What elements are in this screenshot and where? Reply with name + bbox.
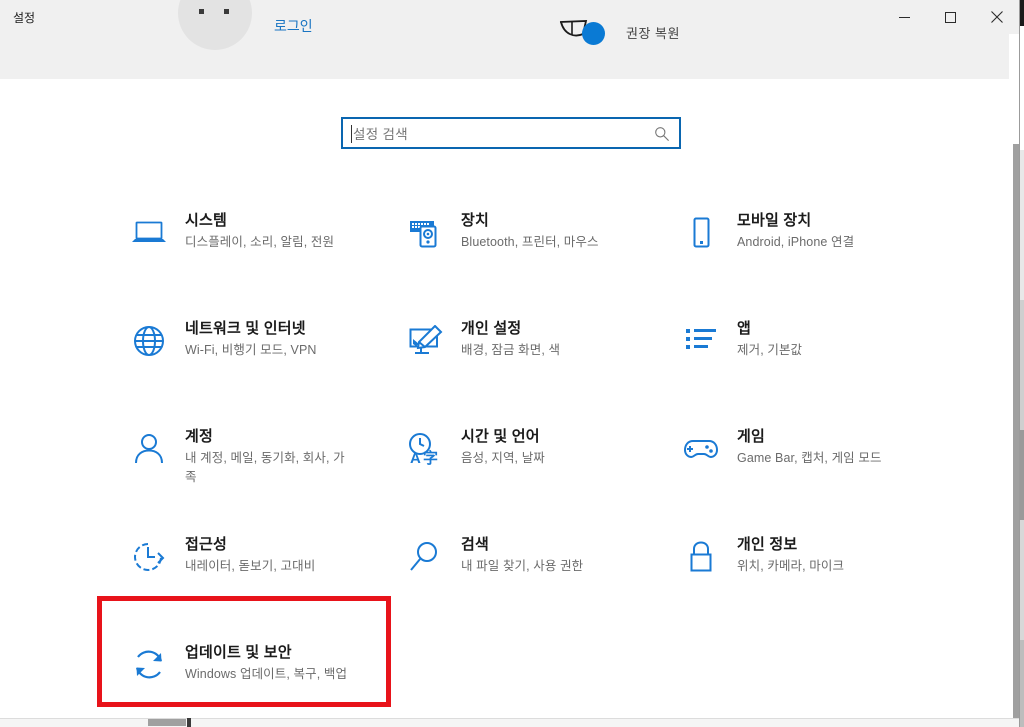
tile-text: 검색 내 파일 찾기, 사용 권한 xyxy=(461,534,583,576)
svg-text:字: 字 xyxy=(423,449,438,466)
settings-body: 설정 검색 xyxy=(0,79,1020,719)
tile-subtitle: Windows 업데이트, 복구, 백업 xyxy=(185,665,347,684)
phone-icon xyxy=(673,210,729,256)
tile-subtitle: 제거, 기본값 xyxy=(737,341,802,360)
tile-subtitle: Android, iPhone 연결 xyxy=(737,233,854,252)
tile-title: 모바일 장치 xyxy=(737,211,854,231)
header-items: 로그인 권장 복원 xyxy=(0,0,1020,79)
apps-list-icon xyxy=(673,318,729,364)
tile-subtitle: 내 계정, 메일, 동기화, 회사, 가족 xyxy=(185,449,355,487)
tile-title: 접근성 xyxy=(185,535,315,555)
tile-text: 모바일 장치 Android, iPhone 연결 xyxy=(737,210,854,252)
tile-title: 시간 및 언어 xyxy=(461,427,545,447)
horizontal-scrollbar-track[interactable] xyxy=(0,718,1020,727)
restore-icon xyxy=(558,16,606,48)
clock-language-icon: A 字 xyxy=(397,426,453,472)
gamepad-icon xyxy=(673,426,729,472)
tile-title: 계정 xyxy=(185,427,355,447)
tile-text: 업데이트 및 보안 Windows 업데이트, 복구, 백업 xyxy=(185,642,347,684)
devices-icon xyxy=(397,210,453,256)
personalization-icon xyxy=(397,318,453,364)
tile-personalization[interactable]: 개인 설정 배경, 잠금 화면, 색 xyxy=(386,305,662,413)
tile-title: 개인 정보 xyxy=(737,535,844,555)
tile-apps[interactable]: 앱 제거, 기본값 xyxy=(662,305,938,413)
tile-subtitle: 내레이터, 돋보기, 고대비 xyxy=(185,557,315,576)
lock-icon xyxy=(673,534,729,580)
tile-privacy[interactable]: 개인 정보 위치, 카메라, 마이크 xyxy=(662,521,938,629)
search-placeholder: 설정 검색 xyxy=(353,123,408,143)
avatar-eye-right xyxy=(224,9,229,14)
account-block[interactable]: 로그인 xyxy=(178,0,313,50)
tile-gaming[interactable]: 게임 Game Bar, 캡처, 게임 모드 xyxy=(662,413,938,521)
tile-subtitle: 디스플레이, 소리, 알림, 전원 xyxy=(185,233,334,252)
refresh-shield-icon xyxy=(121,642,177,688)
tile-text: 게임 Game Bar, 캡처, 게임 모드 xyxy=(737,426,882,468)
tile-title: 개인 설정 xyxy=(461,319,560,339)
search-input[interactable]: 설정 검색 xyxy=(341,117,681,149)
tile-subtitle: Wi-Fi, 비행기 모드, VPN xyxy=(185,341,317,360)
tile-text: 접근성 내레이터, 돋보기, 고대비 xyxy=(185,534,315,576)
search-container: 설정 검색 xyxy=(341,117,681,149)
settings-window: 설정 로그인 xyxy=(0,0,1024,727)
tile-text: 개인 설정 배경, 잠금 화면, 색 xyxy=(461,318,560,360)
svg-text:A: A xyxy=(410,450,421,466)
tile-title: 장치 xyxy=(461,211,599,231)
tile-text: 장치 Bluetooth, 프린터, 마우스 xyxy=(461,210,599,252)
grid-row-2: 네트워크 및 인터넷 Wi-Fi, 비행기 모드, VPN xyxy=(110,305,940,413)
search-icon[interactable] xyxy=(654,126,670,142)
tile-text: 네트워크 및 인터넷 Wi-Fi, 비행기 모드, VPN xyxy=(185,318,317,360)
text-caret xyxy=(351,125,352,143)
tile-title: 게임 xyxy=(737,427,882,447)
horizontal-scrollbar-mark xyxy=(187,718,191,727)
tile-subtitle: Bluetooth, 프린터, 마우스 xyxy=(461,233,599,252)
settings-grid: 시스템 디스플레이, 소리, 알림, 전원 xyxy=(110,197,940,727)
tile-text: 계정 내 계정, 메일, 동기화, 회사, 가족 xyxy=(185,426,355,487)
tile-subtitle: 내 파일 찾기, 사용 권한 xyxy=(461,557,583,576)
restore-badge xyxy=(582,22,605,45)
grid-row-4: 접근성 내레이터, 돋보기, 고대비 검색 내 파일 찾기, 사용 권한 xyxy=(110,521,940,629)
tile-devices[interactable]: 장치 Bluetooth, 프린터, 마우스 xyxy=(386,197,662,305)
globe-icon xyxy=(121,318,177,364)
magnifier-icon xyxy=(397,534,453,580)
tile-search[interactable]: 검색 내 파일 찾기, 사용 권한 xyxy=(386,521,662,629)
tile-time-language[interactable]: A 字 시간 및 언어 음성, 지역, 날짜 xyxy=(386,413,662,521)
tile-update-security[interactable]: 업데이트 및 보안 Windows 업데이트, 복구, 백업 xyxy=(110,629,386,727)
grid-row-3: 계정 내 계정, 메일, 동기화, 회사, 가족 A 字 xyxy=(110,413,940,521)
laptop-icon xyxy=(121,210,177,256)
tile-accounts[interactable]: 계정 내 계정, 메일, 동기화, 회사, 가족 xyxy=(110,413,386,521)
tile-title: 검색 xyxy=(461,535,583,555)
restore-label: 권장 복원 xyxy=(626,23,680,42)
grid-row-5: 업데이트 및 보안 Windows 업데이트, 복구, 백업 xyxy=(110,629,940,727)
tile-text: 시스템 디스플레이, 소리, 알림, 전원 xyxy=(185,210,334,252)
tile-subtitle: 위치, 카메라, 마이크 xyxy=(737,557,844,576)
restore-block[interactable]: 권장 복원 xyxy=(558,16,680,48)
tile-ease-of-access[interactable]: 접근성 내레이터, 돋보기, 고대비 xyxy=(110,521,386,629)
horizontal-scrollbar-thumb[interactable] xyxy=(148,719,186,726)
tile-title: 네트워크 및 인터넷 xyxy=(185,319,317,339)
tile-title: 시스템 xyxy=(185,211,334,231)
tile-subtitle: 배경, 잠금 화면, 색 xyxy=(461,341,560,360)
background-desktop-edge xyxy=(1020,0,1024,727)
tile-text: 시간 및 언어 음성, 지역, 날짜 xyxy=(461,426,545,468)
avatar[interactable] xyxy=(178,0,252,50)
sign-in-link[interactable]: 로그인 xyxy=(274,16,313,36)
tile-system[interactable]: 시스템 디스플레이, 소리, 알림, 전원 xyxy=(110,197,386,305)
tile-subtitle: 음성, 지역, 날짜 xyxy=(461,449,545,468)
tile-subtitle: Game Bar, 캡처, 게임 모드 xyxy=(737,449,882,468)
tile-text: 개인 정보 위치, 카메라, 마이크 xyxy=(737,534,844,576)
tile-title: 앱 xyxy=(737,319,802,339)
grid-row-1: 시스템 디스플레이, 소리, 알림, 전원 xyxy=(110,197,940,305)
tile-mobile-devices[interactable]: 모바일 장치 Android, iPhone 연결 xyxy=(662,197,938,305)
tile-text: 앱 제거, 기본값 xyxy=(737,318,802,360)
tile-network-internet[interactable]: 네트워크 및 인터넷 Wi-Fi, 비행기 모드, VPN xyxy=(110,305,386,413)
avatar-eye-left xyxy=(199,9,204,14)
tile-title: 업데이트 및 보안 xyxy=(185,643,347,663)
person-icon xyxy=(121,426,177,472)
ease-of-access-icon xyxy=(121,534,177,580)
